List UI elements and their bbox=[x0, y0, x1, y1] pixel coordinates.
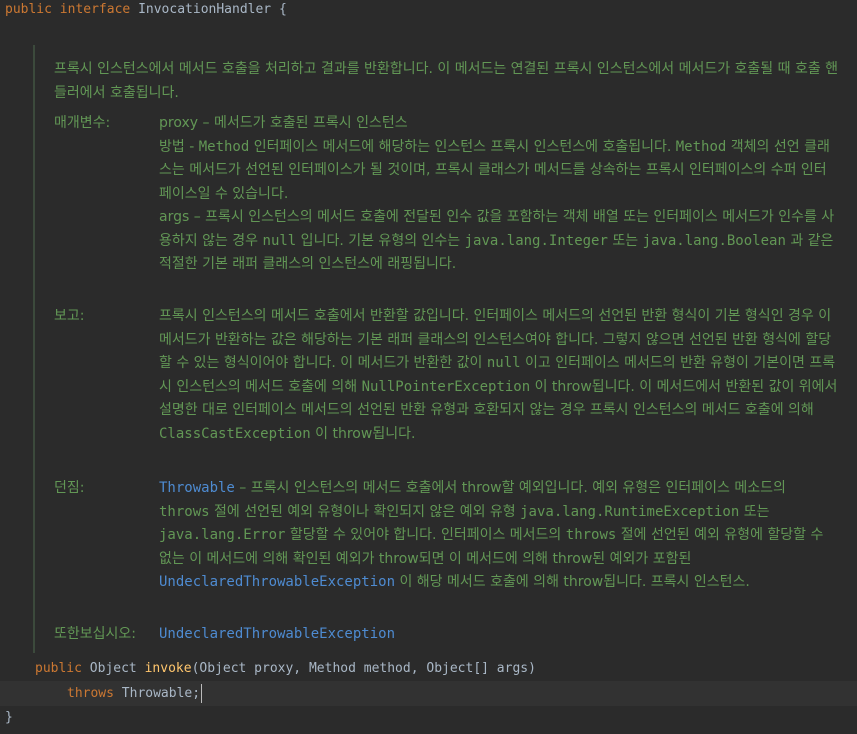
code-null-2: null bbox=[486, 355, 521, 371]
code-classcastexception: ClassCastException bbox=[159, 425, 311, 442]
undeclared-exception-link-inline[interactable]: UndeclaredThrowableException bbox=[159, 574, 395, 590]
params-body: proxy – 메서드가 호출된 프록시 인스턴스 방법 - Method 인터… bbox=[159, 112, 839, 277]
code-boolean: java.lang.Boolean bbox=[642, 232, 786, 249]
code-error: java.lang.Error bbox=[159, 527, 286, 543]
throwable-link[interactable]: Throwable bbox=[159, 480, 235, 496]
code-method-2: Method bbox=[675, 138, 727, 155]
throws-label: 던짐: bbox=[54, 480, 85, 496]
code-nullpointerexception: NullPointerException bbox=[361, 378, 531, 395]
returns-body: 프록시 인스턴스의 메서드 호출에서 반환할 값입니다. 인터페이스 메서드의 … bbox=[159, 305, 839, 446]
see-also-body: UndeclaredThrowableException bbox=[159, 623, 839, 647]
javadoc-rendered-block[interactable]: 프록시 인스턴스에서 메서드 호출을 처리하고 결과를 반환합니다. 이 메서드… bbox=[33, 45, 857, 653]
see-also-label: 또한보십시오: bbox=[54, 626, 136, 642]
close-brace: } bbox=[5, 710, 13, 725]
code-method: Method bbox=[198, 138, 250, 155]
code-integer: java.lang.Integer bbox=[464, 232, 608, 249]
returns-text-4: 이 throw됩니다. bbox=[310, 425, 416, 442]
undeclared-exception-link[interactable]: UndeclaredThrowableException bbox=[159, 626, 395, 642]
doc-description: 프록시 인스턴스에서 메서드 호출을 처리하고 결과를 반환합니다. 이 메서드… bbox=[54, 61, 839, 101]
params-label: 매개변수: bbox=[54, 115, 111, 131]
param-method: 방법 - Method 인터페이스 메서드에 해당하는 인스턴스 프록시 인스턴… bbox=[159, 136, 839, 207]
throws-clause-line[interactable]: throws Throwable; bbox=[67, 685, 200, 703]
code-runtimeexception: java.lang.RuntimeException bbox=[520, 503, 740, 520]
keyword-public: public bbox=[5, 2, 52, 17]
throws-text-6: 이 해당 메서드 호출에 의해 throw됩니다. 프록시 인스턴스. bbox=[395, 574, 750, 590]
keyword-throws: throws bbox=[67, 686, 114, 701]
text-cursor bbox=[201, 684, 202, 703]
code-throws-2: throws bbox=[565, 527, 617, 543]
code-null: null bbox=[262, 232, 297, 249]
param-method-text-1: 인터페이스 메서드에 해당하는 인스턴스 프록시 인스턴스에 호출됩니다. bbox=[249, 138, 676, 155]
param-args-text-2: 입니다. 기본 유형의 인수는 bbox=[296, 232, 465, 249]
returns-label: 보고: bbox=[54, 308, 85, 324]
interface-declaration-line[interactable]: public interface InvocationHandler { bbox=[5, 1, 287, 19]
method-params: (Object proxy, Method method, Object[] a… bbox=[191, 661, 536, 676]
throws-text-1: – 프록시 인스턴스의 메서드 호출에서 throw할 예외입니다. 예외 유형… bbox=[234, 480, 786, 496]
method-signature-line[interactable]: public Object invoke(Object proxy, Metho… bbox=[35, 660, 536, 678]
keyword-interface: interface bbox=[59, 2, 131, 17]
open-brace: { bbox=[271, 2, 287, 17]
interface-name[interactable]: InvocationHandler bbox=[138, 2, 271, 17]
throws-type: Throwable; bbox=[113, 686, 201, 701]
code-throws: throws bbox=[159, 503, 210, 520]
throws-text-3: 또는 bbox=[739, 503, 770, 520]
param-method-prefix: 방법 - bbox=[159, 138, 199, 155]
throws-text-4: 할당할 수 있어야 합니다. 인터페이스 메서드의 bbox=[285, 527, 566, 543]
param-proxy: proxy – 메서드가 호출된 프록시 인스턴스 bbox=[159, 115, 408, 131]
param-args-text-3: 또는 bbox=[607, 232, 643, 249]
return-type: Object bbox=[81, 661, 145, 676]
keyword-public-2: public bbox=[35, 661, 82, 676]
throws-text-2: 절에 선언된 예외 유형이나 확인되지 않은 예외 유형 bbox=[209, 503, 521, 520]
param-args: args – 프록시 인스턴스의 메서드 호출에 전달된 인수 값을 포함하는 … bbox=[159, 206, 839, 277]
throws-body: Throwable – 프록시 인스턴스의 메서드 호출에서 throw할 예외… bbox=[159, 477, 839, 595]
closing-brace-line[interactable]: } bbox=[5, 709, 13, 727]
method-name[interactable]: invoke bbox=[145, 661, 192, 676]
